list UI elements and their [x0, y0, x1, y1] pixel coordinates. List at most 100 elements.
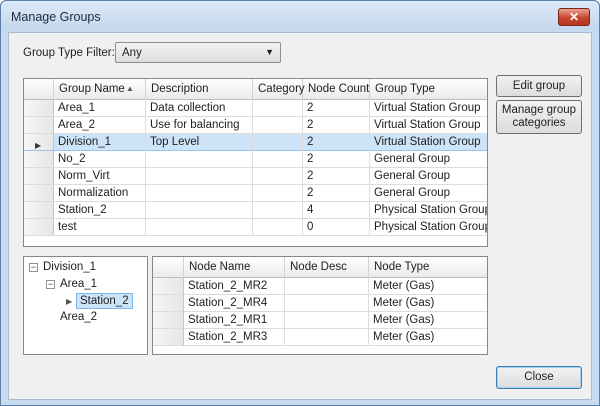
node-desc-cell — [285, 278, 369, 295]
table-row[interactable]: Station_2 4 Physical Station Group — [24, 202, 487, 219]
node-count-cell: 2 — [303, 134, 370, 151]
node-count-cell: 4 — [303, 202, 370, 219]
collapse-icon[interactable]: − — [29, 263, 38, 272]
table-row[interactable]: Station_2_MR2 Meter (Gas) — [153, 278, 487, 295]
manage-group-categories-button[interactable]: Manage group categories — [496, 100, 582, 134]
group-type-filter-select[interactable]: Any ▼ — [115, 42, 281, 63]
tree-node-station-2[interactable]: Station_2 — [76, 293, 133, 309]
description-cell — [146, 202, 253, 219]
table-row-selected[interactable]: ▶ Division_1 Top Level 2 Virtual Station… — [24, 134, 487, 151]
edit-group-button[interactable]: Edit group — [496, 75, 582, 97]
category-cell — [253, 117, 303, 134]
groups-table-header: Group Name ▲ Description Category Node C… — [24, 79, 487, 100]
group-type-cell: Virtual Station Group — [370, 134, 487, 151]
row-header[interactable] — [153, 329, 184, 346]
node-desc-cell — [285, 295, 369, 312]
table-row[interactable]: Station_2_MR3 Meter (Gas) — [153, 329, 487, 346]
group-name-cell: Division_1 — [54, 134, 146, 151]
table-row[interactable]: Station_2_MR4 Meter (Gas) — [153, 295, 487, 312]
node-count-cell: 2 — [303, 151, 370, 168]
close-button[interactable]: Close — [496, 366, 582, 389]
node-name-cell: Station_2_MR3 — [184, 329, 285, 346]
manage-groups-dialog: Manage Groups ✕ Group Type Filter: Any ▼… — [0, 0, 600, 406]
groups-table: Group Name ▲ Description Category Node C… — [23, 78, 488, 247]
table-row[interactable]: Station_2_MR1 Meter (Gas) — [153, 312, 487, 329]
current-row-arrow-icon: ▶ — [35, 141, 42, 150]
row-header[interactable] — [24, 151, 54, 168]
manage-button-line-2: categories — [512, 117, 566, 129]
row-header[interactable] — [24, 117, 54, 134]
row-header[interactable] — [24, 219, 54, 236]
group-type-cell: Virtual Station Group — [370, 117, 487, 134]
category-cell — [253, 134, 303, 151]
row-header[interactable] — [24, 185, 54, 202]
node-type-cell: Meter (Gas) — [369, 312, 487, 329]
row-header-corner — [153, 257, 184, 278]
description-cell: Top Level — [146, 134, 253, 151]
row-header[interactable] — [24, 100, 54, 117]
node-count-cell: 2 — [303, 168, 370, 185]
group-name-cell: Area_1 — [54, 100, 146, 117]
row-header[interactable] — [24, 202, 54, 219]
category-cell — [253, 168, 303, 185]
category-cell — [253, 202, 303, 219]
manage-button-line-1: Manage group — [501, 104, 577, 116]
table-row[interactable]: Norm_Virt 2 General Group — [24, 168, 487, 185]
group-type-cell: General Group — [370, 168, 487, 185]
node-type-cell: Meter (Gas) — [369, 329, 487, 346]
table-row[interactable]: Area_2 Use for balancing 2 Virtual Stati… — [24, 117, 487, 134]
group-name-cell: test — [54, 219, 146, 236]
node-desc-cell — [285, 329, 369, 346]
node-name-cell: Station_2_MR1 — [184, 312, 285, 329]
description-cell — [146, 151, 253, 168]
collapse-icon[interactable]: − — [46, 280, 55, 289]
window-close-icon[interactable]: ✕ — [558, 8, 590, 26]
node-count-cell: 2 — [303, 185, 370, 202]
tree-node-area-1[interactable]: Area_1 — [60, 277, 97, 293]
group-name-cell: No_2 — [54, 151, 146, 168]
table-row[interactable]: Normalization 2 General Group — [24, 185, 487, 202]
column-header-category[interactable]: Category — [253, 79, 305, 100]
node-count-cell: 2 — [303, 117, 370, 134]
tree-node-division-1[interactable]: Division_1 — [43, 260, 96, 276]
group-type-cell: Virtual Station Group — [370, 100, 487, 117]
row-header[interactable] — [153, 295, 184, 312]
category-cell — [253, 151, 303, 168]
description-cell: Data collection — [146, 100, 253, 117]
row-header-corner — [24, 79, 54, 100]
table-row[interactable]: Area_1 Data collection 2 Virtual Station… — [24, 100, 487, 117]
node-count-cell: 0 — [303, 219, 370, 236]
sort-ascending-icon: ▲ — [126, 84, 134, 93]
column-header-node-count[interactable]: Node Count — [303, 79, 370, 100]
column-header-node-type[interactable]: Node Type — [369, 257, 487, 278]
node-name-cell: Station_2_MR4 — [184, 295, 285, 312]
group-type-cell: Physical Station Group — [370, 219, 487, 236]
dropdown-arrow-icon: ▼ — [265, 47, 274, 57]
column-header-node-desc[interactable]: Node Desc — [285, 257, 369, 278]
column-header-node-name[interactable]: Node Name — [184, 257, 285, 278]
tree-node-area-2[interactable]: Area_2 — [60, 310, 97, 326]
group-name-cell: Norm_Virt — [54, 168, 146, 185]
node-name-cell: Station_2_MR2 — [184, 278, 285, 295]
table-row[interactable]: No_2 2 General Group — [24, 151, 487, 168]
nodes-table-header: Node Name Node Desc Node Type — [153, 257, 487, 278]
row-header[interactable] — [24, 168, 54, 185]
node-type-cell: Meter (Gas) — [369, 295, 487, 312]
table-row[interactable]: test 0 Physical Station Group — [24, 219, 487, 236]
node-type-cell: Meter (Gas) — [369, 278, 487, 295]
nodes-table: Node Name Node Desc Node Type Station_2_… — [152, 256, 488, 355]
expand-arrow-icon[interactable]: ▶ — [66, 297, 72, 306]
group-type-cell: General Group — [370, 151, 487, 168]
row-header[interactable] — [153, 312, 184, 329]
row-header[interactable] — [153, 278, 184, 295]
row-header[interactable]: ▶ — [24, 134, 54, 151]
category-cell — [253, 185, 303, 202]
group-name-cell: Area_2 — [54, 117, 146, 134]
column-header-group-name[interactable]: Group Name ▲ — [54, 79, 146, 100]
column-header-group-type[interactable]: Group Type — [370, 79, 487, 100]
node-desc-cell — [285, 312, 369, 329]
dialog-body: Group Type Filter: Any ▼ Group Name ▲ De… — [8, 32, 592, 400]
column-header-description[interactable]: Description — [146, 79, 253, 100]
group-type-filter-value: Any — [122, 47, 142, 59]
group-type-cell: Physical Station Group — [370, 202, 487, 219]
